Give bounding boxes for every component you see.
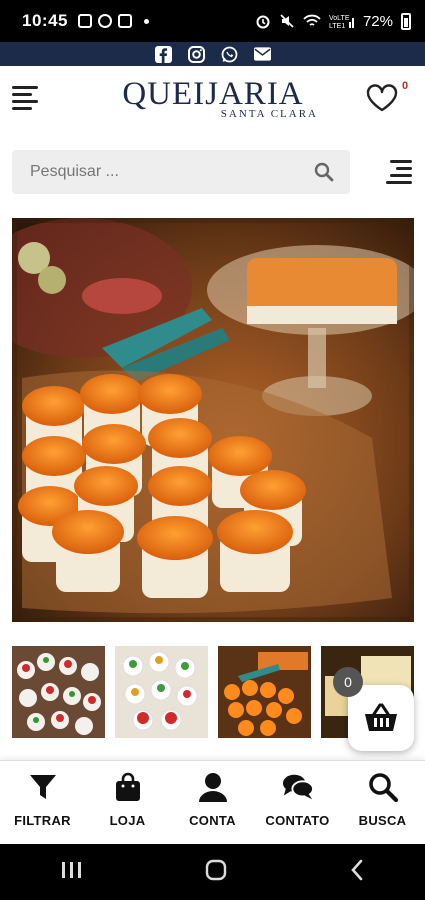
thumbnail-2[interactable] (115, 646, 208, 738)
instagram-notification-icon (117, 14, 132, 28)
nav-label: CONTA (189, 813, 236, 828)
product-main-image[interactable] (12, 218, 414, 622)
brand-name: QUEIJARIA (122, 76, 304, 112)
nav-label: CONTATO (265, 813, 330, 828)
bottom-nav: FILTRAR LOJA CONTA CONTATO BUSCA (0, 760, 425, 844)
thumbnail-3[interactable] (218, 646, 311, 738)
user-icon (197, 771, 229, 803)
wishlist-button[interactable]: 0 (366, 80, 408, 114)
menu-line (12, 86, 38, 89)
cart-button[interactable] (348, 685, 414, 751)
battery-icon (401, 12, 411, 30)
notification-icons (77, 14, 149, 28)
header: QUEIJARIA SANTA CLARA (0, 66, 425, 138)
menu-line (396, 167, 412, 170)
thumbnail-1[interactable] (12, 646, 105, 738)
nav-filtrar[interactable]: FILTRAR (0, 761, 85, 844)
more-notifications-icon (143, 18, 149, 24)
brand-logo[interactable]: QUEIJARIA SANTA CLARA (100, 76, 326, 120)
search-icon[interactable] (314, 162, 334, 182)
nav-contato[interactable]: CONTATO (255, 761, 340, 844)
bag-icon (112, 771, 144, 803)
nav-label: FILTRAR (14, 813, 71, 828)
menu-line (390, 174, 412, 177)
system-icons: VoLTE LTE1 72% (255, 12, 411, 30)
instagram-icon[interactable] (187, 45, 205, 63)
basket-icon (365, 703, 397, 731)
signal-icon: VoLTELTE1 (329, 15, 354, 29)
email-icon[interactable] (253, 46, 271, 63)
status-bar: 10:45 VoLTE LTE1 72% (0, 0, 425, 42)
wishlist-count: 0 (402, 80, 409, 92)
dessert-photo (12, 218, 414, 622)
menu-line (12, 100, 38, 103)
cart-count-badge: 0 (333, 667, 363, 697)
heart-icon (366, 84, 398, 112)
chat-icon (282, 771, 314, 803)
status-time: 10:45 (22, 11, 68, 30)
nav-loja[interactable]: LOJA (85, 761, 170, 844)
home-icon[interactable] (205, 859, 227, 886)
category-menu-button[interactable] (386, 158, 412, 184)
search-input[interactable] (12, 150, 302, 194)
social-bar (0, 42, 425, 66)
back-icon[interactable] (350, 859, 364, 886)
filter-icon (27, 771, 59, 803)
main-menu-button[interactable] (12, 86, 40, 110)
svg-text:LTE1: LTE1 (329, 23, 345, 29)
alarm-icon (256, 15, 270, 29)
b-notification-icon (97, 14, 112, 28)
menu-line (12, 107, 32, 110)
wifi-icon (303, 14, 321, 26)
nav-label: BUSCA (358, 813, 407, 828)
gallery-notification-icon (77, 14, 92, 28)
mute-icon (280, 14, 294, 28)
menu-line (12, 93, 32, 96)
svg-text:VoLTE: VoLTE (329, 15, 350, 22)
whatsapp-icon[interactable] (221, 46, 238, 63)
battery-percent: 72% (362, 12, 393, 30)
search-box (12, 150, 350, 194)
nav-conta[interactable]: CONTA (170, 761, 255, 844)
menu-line (386, 181, 412, 184)
search-icon (367, 771, 399, 803)
menu-line (390, 160, 412, 163)
facebook-icon[interactable] (154, 45, 172, 63)
android-nav-bar (0, 844, 425, 900)
search-row (0, 148, 425, 196)
recent-apps-icon[interactable] (61, 861, 83, 884)
nav-label: LOJA (109, 813, 146, 828)
nav-busca[interactable]: BUSCA (340, 761, 425, 844)
